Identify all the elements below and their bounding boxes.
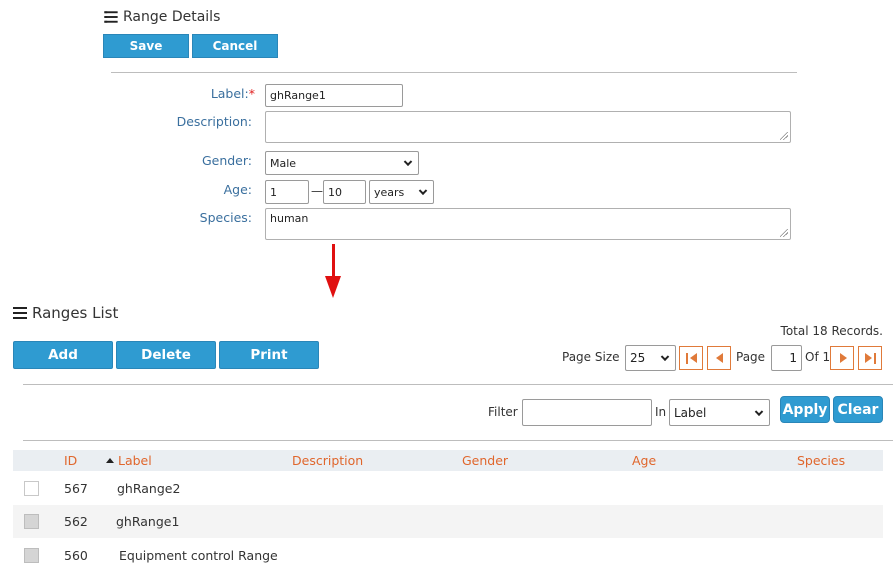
resize-grip-icon[interactable] [780,229,788,237]
ranges-list-header: Ranges List [13,304,118,322]
row-id: 560 [64,548,88,563]
print-button[interactable]: Print [219,341,319,369]
row-checkbox[interactable] [24,514,39,529]
next-page-icon [840,353,847,363]
save-button[interactable]: Save [103,34,189,58]
species-field-label: Species: [199,210,252,225]
resize-grip-icon[interactable] [780,132,788,140]
table-row[interactable]: 567 ghRange2 [13,472,883,505]
age-unit-select[interactable]: years [369,180,434,204]
filter-label: Filter [488,405,518,419]
column-header-id[interactable]: ID [64,453,77,471]
in-label: In [655,405,667,419]
chevron-down-icon [660,352,670,362]
filter-column-select[interactable]: Label [669,399,770,426]
page-label: Page [736,350,766,364]
row-checkbox[interactable] [24,481,39,496]
column-header-label[interactable]: Label [106,453,152,471]
cancel-button[interactable]: Cancel [192,34,278,58]
apply-button[interactable]: Apply [780,396,830,423]
age-separator: — [311,184,323,198]
chevron-down-icon [418,186,428,196]
age-from-input[interactable]: 1 [265,180,309,204]
filter-input[interactable] [522,399,652,426]
page-size-label: Page Size [562,350,620,364]
description-field-label: Description: [176,114,252,129]
column-header-gender[interactable]: Gender [462,453,508,471]
last-page-button[interactable] [858,346,882,370]
column-header-species[interactable]: Species [797,453,845,471]
description-textarea[interactable] [265,111,791,143]
row-checkbox[interactable] [24,548,39,563]
prev-page-icon [716,353,723,363]
row-label: ghRange2 [117,481,181,496]
list-icon [104,11,118,23]
chevron-down-icon [403,157,413,167]
page-number-input[interactable]: 1 [771,345,802,371]
row-label: Equipment control Range [119,548,278,563]
first-page-button[interactable] [679,346,703,370]
column-header-description[interactable]: Description [292,453,363,471]
column-header-age[interactable]: Age [632,453,656,471]
add-button[interactable]: Add [13,341,113,369]
row-label: ghRange1 [116,514,180,529]
divider [23,384,893,385]
ranges-list-title: Ranges List [32,304,119,322]
range-details-title: Range Details [123,9,221,25]
row-id: 567 [64,481,88,496]
range-details-header: Range Details [104,9,220,25]
age-to-input[interactable]: 10 [323,180,366,204]
page-of-label: Of 1 [805,350,831,364]
species-textarea[interactable]: human [265,208,791,240]
delete-button[interactable]: Delete [116,341,216,369]
label-input[interactable]: ghRange1 [265,84,403,107]
table-row[interactable]: 560 Equipment control Range [13,539,883,572]
list-icon [13,307,27,319]
label-field-label: Label:* [210,86,255,101]
clear-button[interactable]: Clear [833,396,883,423]
gender-field-label: Gender: [201,153,252,168]
prev-page-button[interactable] [707,346,731,370]
page-size-select[interactable]: 25 [625,345,676,371]
divider [23,440,893,441]
row-id: 562 [64,514,88,529]
age-field-label: Age: [223,182,252,197]
gender-select[interactable]: Male [265,151,419,175]
sort-asc-icon [106,458,114,463]
divider [111,72,797,73]
next-page-button[interactable] [830,346,854,370]
chevron-down-icon [754,407,764,416]
table-row[interactable]: 562 ghRange1 [13,505,883,538]
total-records: Total 18 Records. [780,324,883,338]
